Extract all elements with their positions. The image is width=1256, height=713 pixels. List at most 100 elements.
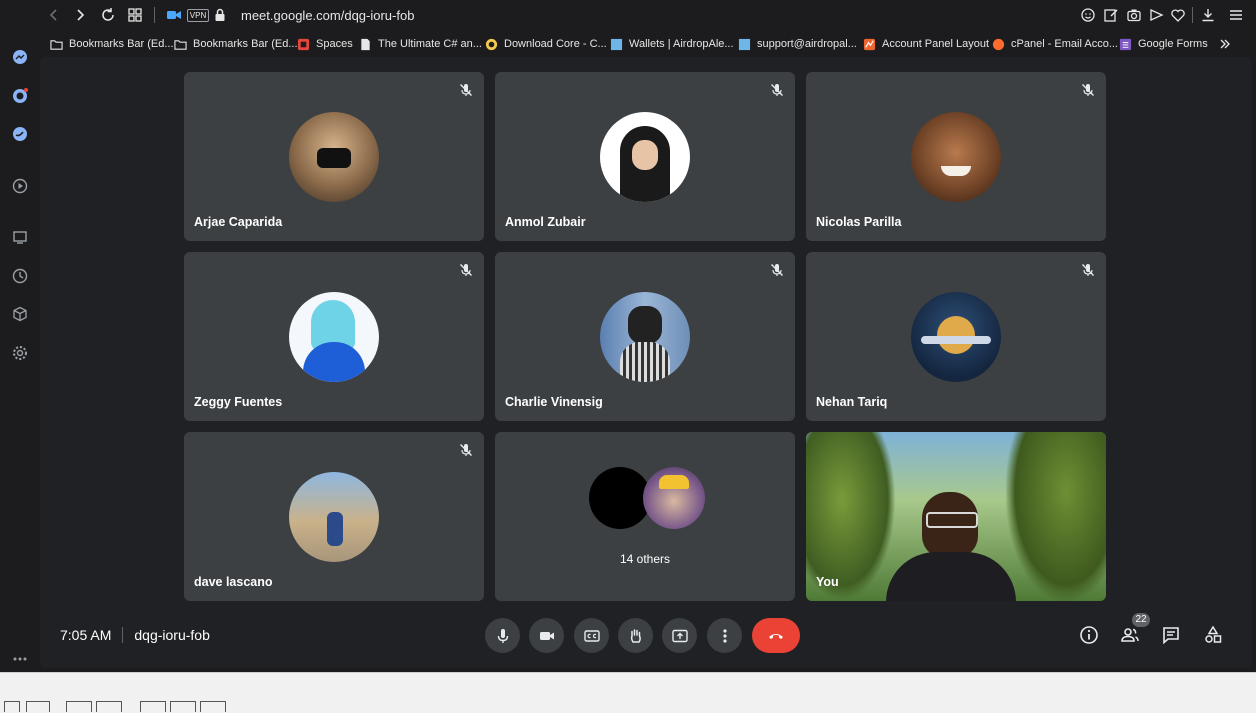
snapshot-icon[interactable] xyxy=(1124,5,1144,25)
bookmark-label: Bookmarks Bar (Ed... xyxy=(69,38,174,50)
player-icon[interactable] xyxy=(10,176,30,196)
tabs-icon[interactable] xyxy=(10,227,30,247)
lock-icon[interactable] xyxy=(210,5,230,25)
participant-name: Charlie Vinensig xyxy=(505,395,603,409)
meet-camera-icon[interactable] xyxy=(164,5,184,25)
extensions-icon[interactable] xyxy=(10,304,30,324)
leave-call-button[interactable] xyxy=(752,618,800,653)
participant-tile[interactable]: Anmol Zubair xyxy=(495,72,795,241)
chat-button[interactable] xyxy=(1159,623,1183,647)
head-shape xyxy=(628,306,662,344)
info-icon xyxy=(1080,626,1098,644)
bookmark-label: Google Forms xyxy=(1138,38,1208,50)
shirt-shape xyxy=(886,552,1016,601)
meeting-time: 7:05 AM xyxy=(60,627,112,643)
bookmark-item[interactable]: Download Core - C... xyxy=(485,36,607,52)
more-vert-icon xyxy=(722,628,727,643)
forward-icon[interactable] xyxy=(70,5,90,25)
others-tile[interactable]: 14 others xyxy=(495,432,795,601)
closed-captions-icon xyxy=(583,629,600,642)
captions-button[interactable] xyxy=(574,618,609,653)
meeting-details-button[interactable] xyxy=(1077,623,1101,647)
bookmarks-bar: Bookmarks Bar (Ed... Bookmarks Bar (Ed..… xyxy=(40,30,1256,56)
bookmark-item[interactable]: support@airdropal... xyxy=(738,36,857,52)
activities-icon xyxy=(1205,625,1222,643)
address-bar[interactable]: meet.google.com/dqg-ioru-fob xyxy=(241,8,414,23)
face-mask-shape xyxy=(317,148,351,168)
bookmark-item[interactable]: Google Forms xyxy=(1119,36,1208,52)
avatar xyxy=(289,112,379,202)
raise-hand-button[interactable] xyxy=(618,618,653,653)
bookmark-label: Bookmarks Bar (Ed... xyxy=(193,38,298,50)
browser-window: VPN meet.google.com/dqg-ioru-fob Bookmar… xyxy=(0,0,1256,672)
whatsapp-icon[interactable] xyxy=(10,86,30,106)
browser-sidebar xyxy=(0,0,40,672)
bookmark-item[interactable]: Bookmarks Bar (Ed... xyxy=(50,36,174,52)
partial-control xyxy=(200,701,226,712)
end-call-icon xyxy=(769,633,783,639)
shirt-shape xyxy=(620,342,670,382)
chevron-right-icon[interactable] xyxy=(1215,34,1235,54)
partial-toolbar-strip xyxy=(0,672,1256,713)
divider xyxy=(122,627,124,643)
partial-control xyxy=(170,701,196,712)
present-button[interactable] xyxy=(662,618,697,653)
participant-name: Arjae Caparida xyxy=(194,215,283,229)
twitter-icon[interactable] xyxy=(10,124,30,144)
hat-shape xyxy=(659,475,689,489)
forms-icon xyxy=(1119,38,1132,50)
activities-button[interactable] xyxy=(1201,623,1225,647)
send-icon[interactable] xyxy=(1146,5,1166,25)
meeting-code: dqg-ioru-fob xyxy=(134,627,210,643)
messenger-icon[interactable] xyxy=(10,47,30,67)
bookmark-label: Spaces xyxy=(316,38,353,50)
people-icon xyxy=(1121,628,1139,642)
download-icon[interactable] xyxy=(1198,5,1218,25)
participant-tile[interactable]: Zeggy Fuentes xyxy=(184,252,484,421)
history-icon[interactable] xyxy=(10,266,30,286)
edit-icon[interactable] xyxy=(1101,5,1121,25)
bookmark-item[interactable]: Spaces xyxy=(297,36,353,52)
core-icon xyxy=(485,38,498,50)
bookmark-item[interactable]: cPanel - Email Acco... xyxy=(992,36,1118,52)
bookmark-label: The Ultimate C# an... xyxy=(378,38,482,50)
camera-button[interactable] xyxy=(529,618,564,653)
bookmark-item[interactable]: The Ultimate C# an... xyxy=(359,36,482,52)
bookmark-item[interactable]: Wallets | AirdropAle... xyxy=(610,36,734,52)
avatar xyxy=(643,467,705,529)
video-camera-icon xyxy=(539,631,554,640)
mic-off-icon xyxy=(1082,264,1094,276)
self-video-tile[interactable]: You xyxy=(806,432,1106,601)
tab-grid-icon[interactable] xyxy=(125,5,145,25)
avatar xyxy=(911,112,1001,202)
menu-icon[interactable] xyxy=(1226,5,1246,25)
bookmark-item[interactable]: Account Panel Layout xyxy=(863,36,989,52)
toolbar-divider xyxy=(1192,7,1193,23)
participant-tile[interactable]: Charlie Vinensig xyxy=(495,252,795,421)
reload-icon[interactable] xyxy=(98,5,118,25)
mic-off-icon xyxy=(1082,84,1094,96)
back-icon[interactable] xyxy=(44,5,64,25)
cpanel-icon xyxy=(992,38,1005,50)
participant-tile[interactable]: Arjae Caparida xyxy=(184,72,484,241)
more-options-button[interactable] xyxy=(707,618,742,653)
spaces-icon xyxy=(297,38,310,50)
browser-toolbar: VPN meet.google.com/dqg-ioru-fob xyxy=(40,0,1256,30)
emoji-icon[interactable] xyxy=(1078,5,1098,25)
meet-area: Arjae Caparida Anmol Zubair Nicolas Pari… xyxy=(40,57,1252,668)
participant-name: Nicolas Parilla xyxy=(816,215,902,229)
partial-control xyxy=(66,701,92,712)
avatar xyxy=(911,292,1001,382)
folder-icon xyxy=(50,39,63,50)
mic-button[interactable] xyxy=(485,618,520,653)
participant-tile[interactable]: Nehan Tariq xyxy=(806,252,1106,421)
vpn-badge[interactable]: VPN xyxy=(186,5,210,25)
participant-tile[interactable]: Nicolas Parilla xyxy=(806,72,1106,241)
settings-icon[interactable] xyxy=(10,343,30,363)
participant-tile[interactable]: dave lascano xyxy=(184,432,484,601)
bookmark-item[interactable]: Bookmarks Bar (Ed... xyxy=(174,36,298,52)
heart-icon[interactable] xyxy=(1168,5,1188,25)
tree-shape xyxy=(1006,432,1106,601)
more-icon[interactable] xyxy=(10,649,30,669)
bookmark-label: Wallets | AirdropAle... xyxy=(629,38,734,50)
